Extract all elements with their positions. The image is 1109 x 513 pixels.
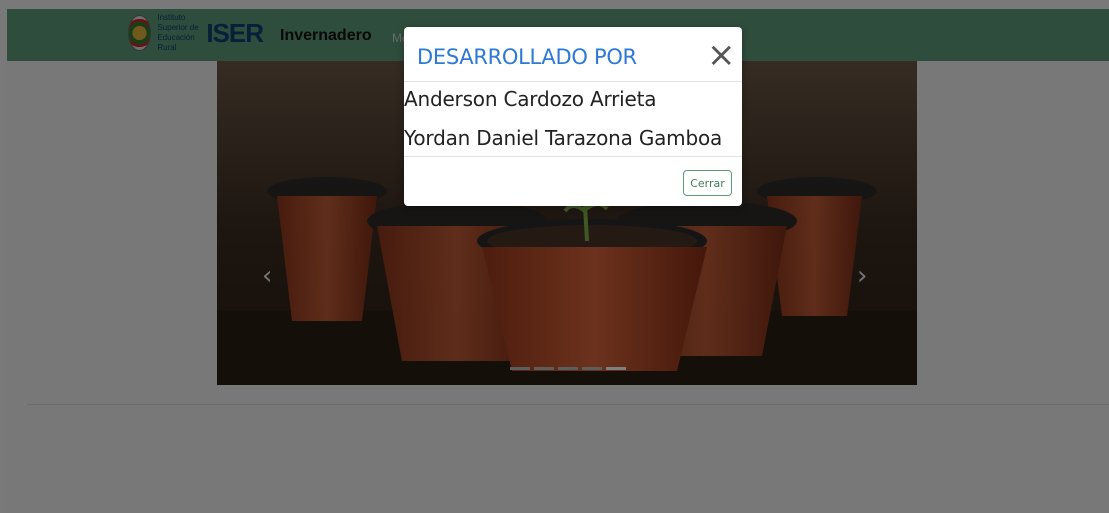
modal-body: Anderson Cardozo Arrieta Yordan Daniel T… (404, 82, 742, 157)
developers-modal: DESARROLLADO POR × Anderson Cardozo Arri… (404, 27, 742, 206)
modal-title: DESARROLLADO POR (417, 45, 637, 69)
developer-name: Anderson Cardozo Arrieta (404, 87, 657, 111)
close-icon[interactable]: × (707, 38, 736, 72)
developer-name: Yordan Daniel Tarazona Gamboa (404, 126, 723, 150)
modal-header: DESARROLLADO POR × (404, 27, 742, 82)
cerrar-button[interactable]: Cerrar (683, 170, 732, 196)
